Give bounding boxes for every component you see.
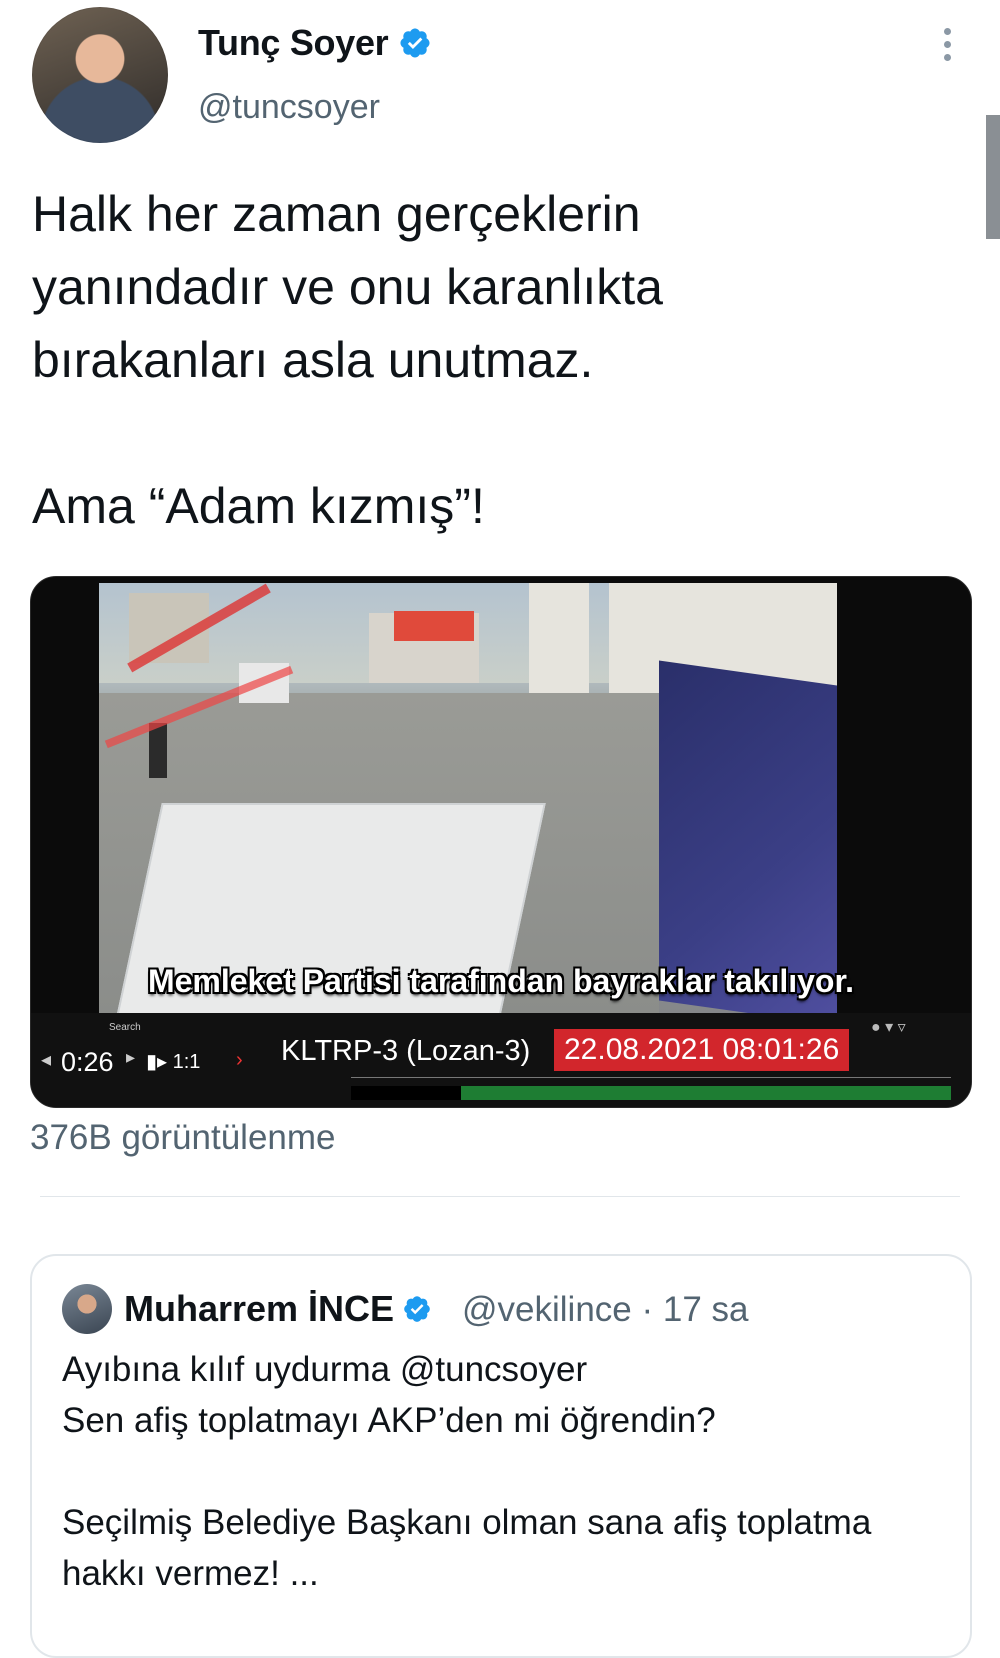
next-arrow-icon[interactable]: › [236, 1049, 243, 1072]
elapsed-time: 0:26 [61, 1047, 114, 1077]
author-avatar[interactable] [32, 7, 168, 143]
camera-label: KLTRP-3 (Lozan-3) [281, 1035, 531, 1067]
quoted-handle-time[interactable]: @vekilince · 17 sa [462, 1290, 748, 1330]
step-forward-icon: ▮▸ [146, 1051, 173, 1073]
scrollbar[interactable] [986, 115, 1000, 239]
quoted-author-row[interactable]: Muharrem İNCE [124, 1288, 432, 1330]
verified-badge-icon [404, 1296, 430, 1322]
video-timestamp: 22.08.2021 08:01:26 [554, 1029, 850, 1071]
playback-speed[interactable]: ▮▸ 1:1 [146, 1049, 200, 1074]
divider [40, 1196, 960, 1197]
more-options-icon[interactable] [940, 28, 954, 68]
author-name-row[interactable]: Tunç Soyer [198, 22, 432, 64]
forward-icon[interactable]: ▸ [126, 1047, 135, 1068]
search-label[interactable]: Search [109, 1017, 141, 1035]
view-count: 376B görüntülenme [30, 1118, 336, 1157]
author-name[interactable]: Tunç Soyer [198, 22, 389, 64]
video-frame [99, 583, 837, 1013]
author-handle[interactable]: @tuncsoyer [198, 88, 380, 127]
quoted-tweet-text: Ayıbına kılıf uydurma @tuncsoyer Sen afi… [62, 1350, 872, 1593]
quoted-author-avatar[interactable] [62, 1284, 112, 1334]
toolbar-icons[interactable]: ● ▾ ▿ [871, 1017, 906, 1037]
tweet-text: Halk her zaman gerçeklerin yanındadır ve… [32, 186, 663, 534]
rewind-icon[interactable]: ◂ [41, 1047, 51, 1072]
video-timeline[interactable] [351, 1077, 951, 1102]
video-player[interactable]: Memleket Partisi tarafından bayraklar ta… [30, 576, 972, 1108]
quoted-author-name[interactable]: Muharrem İNCE [124, 1288, 394, 1330]
verified-badge-icon [400, 28, 430, 58]
video-caption: Memleket Partisi tarafından bayraklar ta… [147, 963, 855, 999]
